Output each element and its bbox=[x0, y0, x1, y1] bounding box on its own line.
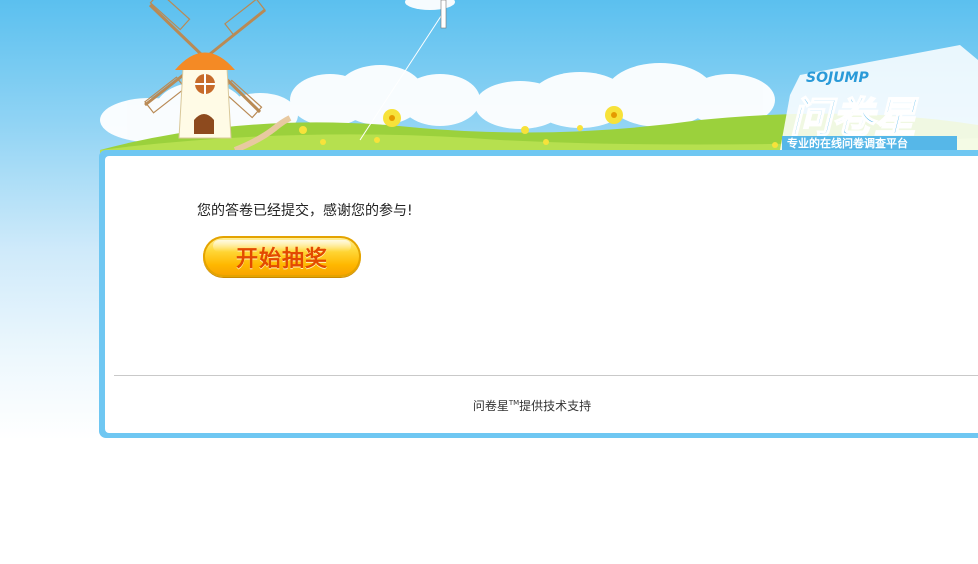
start-lottery-label: 开始抽奖 bbox=[235, 246, 328, 272]
footer-support-text: 提供技术支持 bbox=[519, 399, 592, 413]
content-panel: 您的答卷已经提交，感谢您的参与! 开始抽奖 问卷星TM提供技术支持 bbox=[99, 150, 978, 438]
header-banner: SOJUMP 问卷星 专业的在线问卷调查平台 bbox=[0, 0, 978, 160]
content-panel-inner: 您的答卷已经提交，感谢您的参与! 开始抽奖 问卷星TM提供技术支持 bbox=[105, 156, 978, 433]
submission-message: 您的答卷已经提交，感谢您的参与! bbox=[197, 203, 413, 219]
footer-divider bbox=[114, 375, 978, 376]
start-lottery-button[interactable]: 开始抽奖 bbox=[203, 236, 361, 277]
banner-illustration: SOJUMP 问卷星 专业的在线问卷调查平台 bbox=[100, 0, 978, 160]
svg-text:SOJUMP: SOJUMP bbox=[806, 70, 869, 86]
svg-text:专业的在线问卷调查平台: 专业的在线问卷调查平台 bbox=[787, 136, 908, 150]
sojump-logo: SOJUMP 问卷星 专业的在线问卷调查平台 bbox=[780, 45, 978, 150]
footer-support: 问卷星TM提供技术支持 bbox=[105, 397, 978, 414]
svg-text:问卷星: 问卷星 bbox=[790, 93, 919, 142]
kite-icon bbox=[440, 0, 447, 29]
trademark-mark: TM bbox=[508, 399, 520, 407]
footer-brand: 问卷星 bbox=[472, 399, 509, 413]
